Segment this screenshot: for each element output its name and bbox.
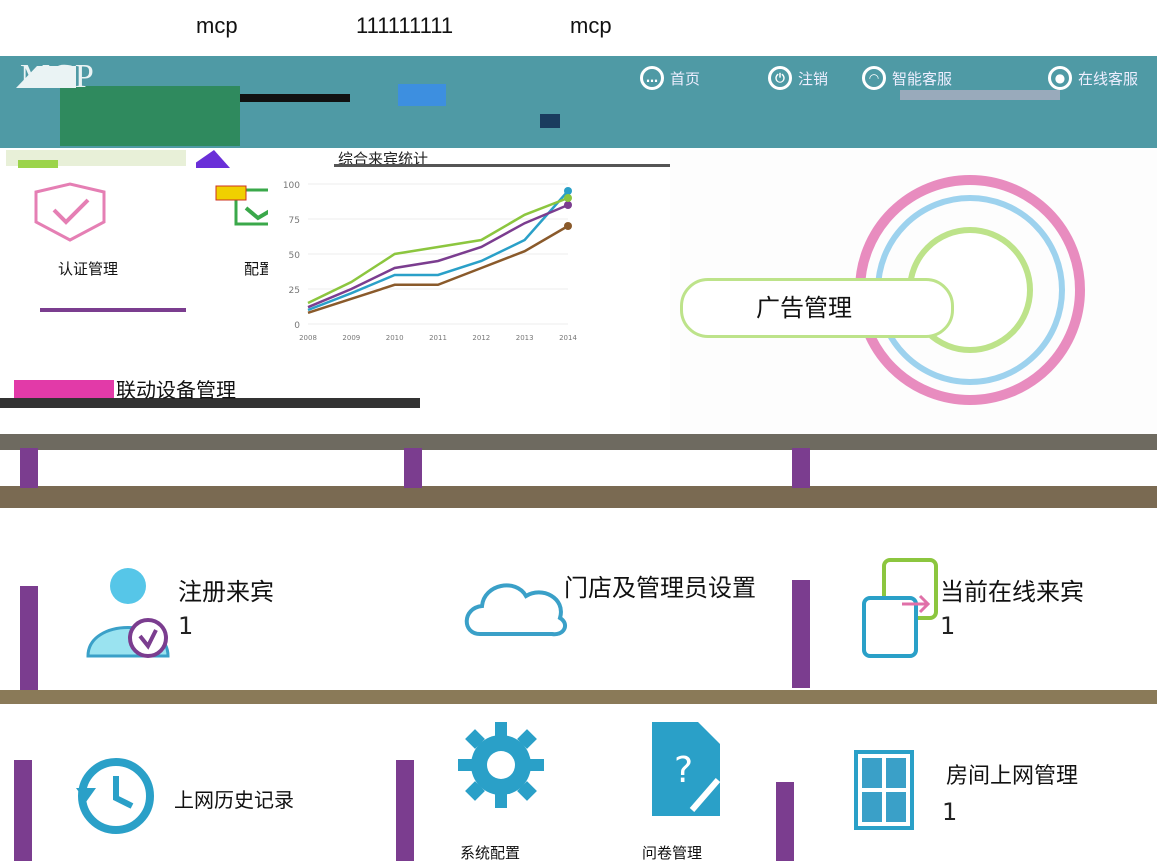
header-bar [0, 56, 1157, 148]
auth-label: 认证管理 [58, 260, 119, 278]
tile-registered[interactable]: 注册来宾 1 [54, 514, 420, 690]
admin-label: 门店及管理员设置 [564, 574, 756, 602]
cloud-icon [464, 583, 568, 637]
series-end-point [564, 187, 572, 195]
sysconfig-label: 系统配置 [460, 844, 521, 862]
chat-icon: … [640, 66, 664, 90]
chart-area: 02550751002008 2009 2010 2011 2012 2013 2014 [283, 181, 578, 342]
series-line-3 [307, 196, 569, 305]
top-right-text: mcp [570, 13, 612, 38]
top-middle-text: 111111111 [356, 13, 454, 38]
tile-room[interactable]: 房间上网管理 1 [796, 706, 1157, 861]
y-tick-label: 25 [289, 286, 300, 296]
survey-label: 问卷管理 [642, 844, 703, 862]
nav-logout[interactable]: ⏻ 注销 [768, 60, 828, 96]
x-tick-label: 2013 [516, 334, 534, 342]
deco-bar [14, 760, 32, 861]
room-count: 1 [942, 798, 958, 826]
user-check-icon [86, 568, 170, 658]
nav-online-service-label: 在线客服 [1078, 69, 1139, 88]
chart-title-underline [334, 164, 688, 167]
series-end-point [564, 222, 572, 230]
device-label: 联动设备管理 [116, 378, 236, 402]
tile-auth[interactable]: 认证管理 [0, 168, 220, 328]
online-label: 当前在线来宾 [940, 578, 1084, 606]
series-line-1 [307, 203, 569, 309]
x-tick-label: 2014 [559, 334, 577, 342]
tile-admin[interactable]: 门店及管理员设置 [442, 514, 806, 690]
tile-survey[interactable]: ? 问卷管理 [598, 706, 774, 862]
logo[interactable]: MCP [20, 58, 95, 96]
gear-icon [458, 722, 544, 808]
tile-history[interactable]: 上网历史记录 [34, 706, 406, 861]
y-tick-label: 75 [289, 216, 300, 226]
x-tick-label: 2011 [429, 334, 447, 342]
x-tick-label: 2012 [472, 334, 490, 342]
tile-device[interactable]: 联动设备管理 [0, 340, 420, 440]
y-tick-label: 100 [283, 181, 300, 191]
series-end-point [564, 194, 572, 202]
tile-sysconfig[interactable]: 系统配置 [416, 706, 596, 862]
separator-band [0, 690, 1157, 704]
history-label: 上网历史记录 [174, 788, 294, 812]
deco-bar [396, 760, 414, 861]
tile-online[interactable]: 当前在线来宾 1 [826, 514, 1157, 690]
y-tick-label: 50 [289, 251, 301, 261]
registered-count: 1 [178, 612, 194, 640]
shield-check-icon [34, 182, 106, 242]
tile-ads[interactable]: 广告管理 [670, 150, 1157, 440]
deco-bar [776, 782, 794, 861]
headset-icon: ◠ [862, 66, 886, 90]
nav-smart-service[interactable]: ◠ 智能客服 [862, 60, 952, 96]
nav-online-service[interactable]: ● 在线客服 [1048, 60, 1138, 96]
deco-bar [404, 448, 422, 488]
tile-chart[interactable]: 综合来宾统计 0 25 50 75 100 2008 2009 2010 2011 2012 201… [268, 148, 688, 348]
nav-home[interactable]: … 首页 [640, 60, 700, 96]
user-icon: ● [1048, 66, 1072, 90]
nav-home-label: 首页 [670, 69, 701, 88]
top-left-text: mcp [196, 13, 238, 38]
nav-smart-service-label: 智能客服 [892, 69, 953, 88]
ad-label: 广告管理 [756, 294, 852, 322]
phone-icon [862, 558, 938, 658]
nav-logout-label: 注销 [798, 69, 829, 88]
svg-text:?: ? [674, 750, 693, 791]
series-line-2 [307, 224, 569, 314]
deco-bar [792, 448, 810, 488]
deco-bar [20, 586, 38, 690]
history-icon [76, 758, 154, 834]
window-icon [854, 750, 914, 830]
online-count: 1 [940, 612, 956, 640]
survey-doc-icon: ? [652, 722, 721, 816]
y-tick-label: 0 [294, 321, 300, 331]
power-icon: ⏻ [768, 66, 792, 90]
deco-bar [14, 380, 114, 400]
separator-band [0, 434, 1157, 450]
registered-label: 注册来宾 [178, 578, 274, 606]
series-end-point [564, 201, 572, 209]
deco-bar [20, 448, 38, 488]
separator-band [0, 486, 1157, 508]
deco-bar [792, 580, 810, 688]
room-label: 房间上网管理 [946, 764, 1079, 789]
